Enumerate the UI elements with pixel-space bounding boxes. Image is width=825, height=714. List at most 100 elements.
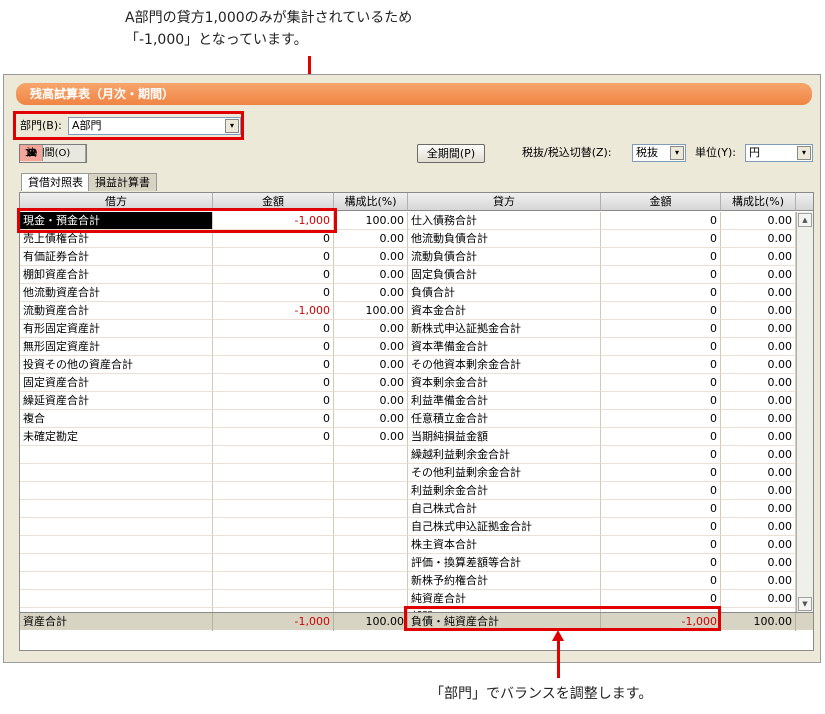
debit-ratio[interactable]: 0.00: [334, 284, 408, 302]
debit-amount[interactable]: 0: [213, 320, 334, 338]
credit-account[interactable]: 利益準備金合計: [408, 392, 601, 410]
credit-account[interactable]: 自己株式合計: [408, 500, 601, 518]
debit-amount[interactable]: -1,000: [213, 302, 334, 320]
credit-amount[interactable]: 0: [601, 554, 721, 572]
credit-account[interactable]: 他流動負債合計: [408, 230, 601, 248]
credit-ratio[interactable]: 0.00: [721, 248, 796, 266]
debit-account[interactable]: 売上債権合計: [20, 230, 213, 248]
debit-amount[interactable]: 0: [213, 338, 334, 356]
credit-ratio[interactable]: 0.00: [721, 392, 796, 410]
debit-ratio[interactable]: 0.00: [334, 266, 408, 284]
scroll-down-icon[interactable]: ▼: [798, 597, 812, 611]
debit-ratio[interactable]: [334, 554, 408, 572]
debit-ratio[interactable]: [334, 572, 408, 590]
debit-account[interactable]: 有形固定資産計: [20, 320, 213, 338]
table-row[interactable]: 自己株式合計 0 0.00: [20, 500, 796, 518]
debit-account[interactable]: 有価証券合計: [20, 248, 213, 266]
debit-account[interactable]: [20, 518, 213, 536]
debit-ratio[interactable]: 0.00: [334, 410, 408, 428]
table-row[interactable]: 他流動資産合計 0 0.00 負債合計 0 0.00: [20, 284, 796, 302]
debit-ratio[interactable]: [334, 446, 408, 464]
credit-ratio[interactable]: 0.00: [721, 410, 796, 428]
credit-amount[interactable]: 0: [601, 302, 721, 320]
credit-ratio[interactable]: 0.00: [721, 590, 796, 608]
debit-ratio[interactable]: [334, 464, 408, 482]
credit-ratio[interactable]: 0.00: [721, 374, 796, 392]
debit-account[interactable]: [20, 590, 213, 608]
credit-amount[interactable]: 0: [601, 464, 721, 482]
credit-amount[interactable]: 0: [601, 374, 721, 392]
credit-account[interactable]: 固定負債合計: [408, 266, 601, 284]
credit-amount[interactable]: 0: [601, 572, 721, 590]
credit-account[interactable]: 仕入債務合計: [408, 212, 601, 230]
credit-ratio[interactable]: 0.00: [721, 464, 796, 482]
unit-dropdown-button[interactable]: ▾: [797, 146, 811, 160]
month-settlement[interactable]: 決: [20, 145, 43, 162]
table-row[interactable]: 繰延資産合計 0 0.00 利益準備金合計 0 0.00: [20, 392, 796, 410]
debit-amount[interactable]: [213, 554, 334, 572]
credit-ratio[interactable]: 0.00: [721, 266, 796, 284]
debit-amount[interactable]: [213, 446, 334, 464]
debit-ratio[interactable]: 0.00: [334, 248, 408, 266]
debit-account[interactable]: 棚卸資産合計: [20, 266, 213, 284]
debit-amount[interactable]: 0: [213, 284, 334, 302]
debit-ratio[interactable]: [334, 590, 408, 608]
debit-amount[interactable]: 0: [213, 230, 334, 248]
dept-select[interactable]: A部門 ▾: [68, 117, 241, 135]
credit-account[interactable]: 資本準備金合計: [408, 338, 601, 356]
table-row[interactable]: 利益剰余金合計 0 0.00: [20, 482, 796, 500]
table-row[interactable]: 無形固定資産計 0 0.00 資本準備金合計 0 0.00: [20, 338, 796, 356]
table-row[interactable]: 自己株式申込証拠金合計 0 0.00: [20, 518, 796, 536]
debit-amount[interactable]: 0: [213, 266, 334, 284]
debit-ratio[interactable]: 0.00: [334, 230, 408, 248]
credit-account[interactable]: 当期純損益金額: [408, 428, 601, 446]
table-row[interactable]: 有価証券合計 0 0.00 流動負債合計 0 0.00: [20, 248, 796, 266]
credit-amount[interactable]: 0: [601, 500, 721, 518]
debit-account[interactable]: 投資その他の資産合計: [20, 356, 213, 374]
credit-account[interactable]: その他資本剰余金合計: [408, 356, 601, 374]
credit-amount[interactable]: 0: [601, 446, 721, 464]
credit-amount[interactable]: 0: [601, 284, 721, 302]
credit-ratio[interactable]: 0.00: [721, 482, 796, 500]
debit-amount[interactable]: [213, 518, 334, 536]
credit-account[interactable]: 任意積立金合計: [408, 410, 601, 428]
table-row[interactable]: 複合 0 0.00 任意積立金合計 0 0.00: [20, 410, 796, 428]
debit-amount[interactable]: [213, 464, 334, 482]
credit-ratio[interactable]: 0.00: [721, 572, 796, 590]
table-row[interactable]: 棚卸資産合計 0 0.00 固定負債合計 0 0.00: [20, 266, 796, 284]
credit-account[interactable]: 株主資本合計: [408, 536, 601, 554]
credit-ratio[interactable]: 0.00: [721, 446, 796, 464]
credit-ratio[interactable]: 0.00: [721, 536, 796, 554]
debit-ratio[interactable]: 100.00: [334, 212, 408, 230]
debit-account[interactable]: 繰延資産合計: [20, 392, 213, 410]
debit-account[interactable]: 固定資産合計: [20, 374, 213, 392]
credit-account[interactable]: 繰越利益剰余金合計: [408, 446, 601, 464]
credit-ratio[interactable]: 0.00: [721, 500, 796, 518]
debit-ratio[interactable]: 0.00: [334, 428, 408, 446]
credit-ratio[interactable]: 0.00: [721, 284, 796, 302]
credit-ratio[interactable]: 0.00: [721, 428, 796, 446]
credit-amount[interactable]: 0: [601, 482, 721, 500]
tax-select[interactable]: 税抜 ▾: [632, 144, 686, 162]
credit-account[interactable]: 負債合計: [408, 284, 601, 302]
credit-amount[interactable]: 0: [601, 410, 721, 428]
credit-ratio[interactable]: 0.00: [721, 338, 796, 356]
credit-ratio[interactable]: 0.00: [721, 302, 796, 320]
debit-account[interactable]: [20, 500, 213, 518]
table-row[interactable]: 評価・換算差額等合計 0 0.00: [20, 554, 796, 572]
debit-account[interactable]: [20, 536, 213, 554]
debit-ratio[interactable]: 0.00: [334, 392, 408, 410]
debit-ratio[interactable]: [334, 536, 408, 554]
table-row[interactable]: 繰越利益剰余金合計 0 0.00: [20, 446, 796, 464]
tab-profit-loss[interactable]: 損益計算書: [88, 173, 157, 191]
credit-account[interactable]: 純資産合計: [408, 590, 601, 608]
table-row[interactable]: 現金・預金合計 -1,000 100.00 仕入債務合計 0 0.00: [20, 212, 796, 230]
debit-amount[interactable]: 0: [213, 248, 334, 266]
credit-account[interactable]: 自己株式申込証拠金合計: [408, 518, 601, 536]
debit-ratio[interactable]: [334, 500, 408, 518]
debit-amount[interactable]: 0: [213, 410, 334, 428]
debit-account[interactable]: [20, 464, 213, 482]
credit-account[interactable]: 新株予約権合計: [408, 572, 601, 590]
credit-account[interactable]: 資本剰余金合計: [408, 374, 601, 392]
credit-ratio[interactable]: 0.00: [721, 230, 796, 248]
